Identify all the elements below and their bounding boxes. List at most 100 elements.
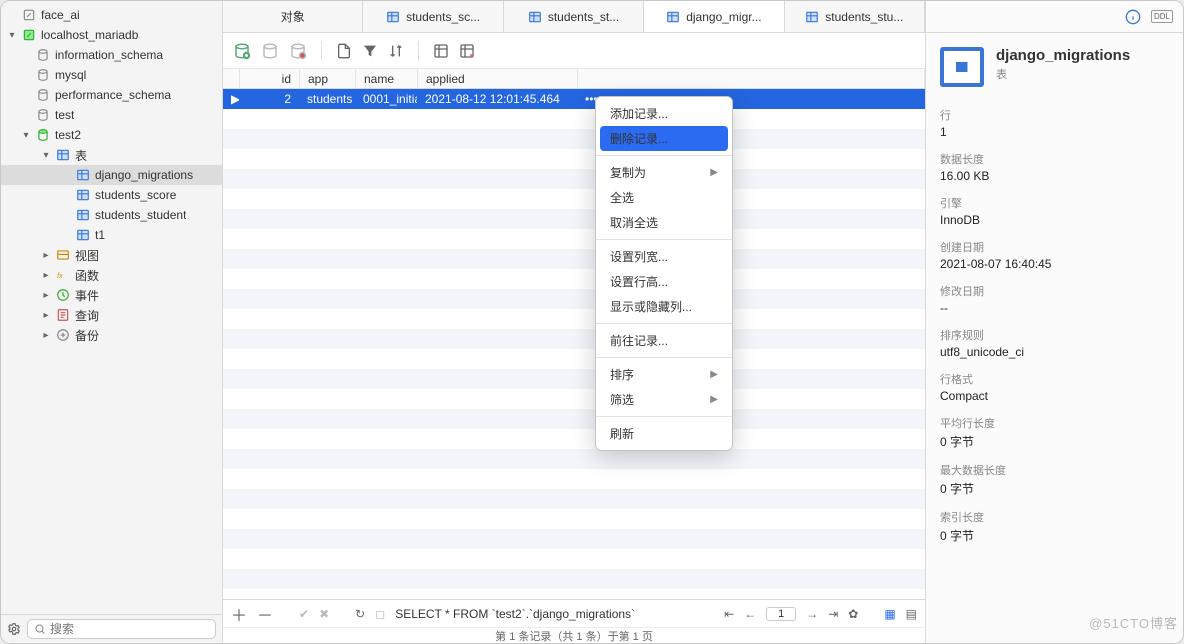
tree-item[interactable]: t1: [1, 225, 222, 245]
link-icon: [21, 7, 37, 23]
table-row-empty: [223, 449, 925, 469]
tree-item[interactable]: ▸fx函数: [1, 265, 222, 285]
context-menu-item[interactable]: 排序▶: [596, 362, 732, 387]
context-menu-item[interactable]: 添加记录...: [596, 101, 732, 126]
page-number-input[interactable]: [766, 607, 796, 621]
prev-page-icon[interactable]: ←: [744, 607, 756, 621]
next-page-icon[interactable]: →: [806, 607, 818, 621]
last-page-icon[interactable]: ⇥: [828, 607, 838, 621]
refresh-icon[interactable]: ↻: [355, 607, 365, 621]
status-bar: ＋ － ✔ ✖ ↻ ◻ SELECT * FROM `test2`.`djang…: [223, 599, 925, 627]
svg-text:fx: fx: [57, 273, 63, 280]
tree-item[interactable]: test: [1, 105, 222, 125]
info-panel: DDL django_migrations 表 行1数据长度16.00 KB引擎…: [925, 1, 1183, 643]
tab[interactable]: 对象: [223, 1, 363, 32]
tab[interactable]: students_st...: [504, 1, 644, 32]
table-row[interactable]: ▶2students0001_initial2021-08-12 12:01:4…: [223, 89, 925, 109]
tree-item[interactable]: ▸视图: [1, 245, 222, 265]
table-row-empty: [223, 469, 925, 489]
tree-item[interactable]: information_schema: [1, 45, 222, 65]
page-settings-icon[interactable]: ✿: [848, 607, 858, 621]
query-icon: [55, 307, 71, 323]
table-row-empty: [223, 569, 925, 589]
search-input[interactable]: [27, 619, 216, 639]
grid-view-icon[interactable]: ▦: [884, 607, 895, 621]
filter-icon[interactable]: [362, 43, 378, 59]
db-tree[interactable]: face_ai▾localhost_mariadbinformation_sch…: [1, 1, 222, 614]
tree-item[interactable]: ▾表: [1, 145, 222, 165]
context-menu: 添加记录...删除记录... 复制为▶全选取消全选设置列宽...设置行高...显示…: [595, 96, 733, 451]
begin-transaction-icon[interactable]: [233, 42, 251, 60]
info-field: 最大数据长度0 字节: [940, 462, 1169, 497]
folder-table-icon: [55, 147, 71, 163]
table-icon: [75, 167, 91, 183]
tree-item[interactable]: ▸事件: [1, 285, 222, 305]
context-menu-item[interactable]: 取消全选: [596, 210, 732, 235]
table-row-empty: [223, 529, 925, 549]
text-mode-icon[interactable]: [336, 43, 352, 59]
col-applied[interactable]: applied: [418, 69, 578, 88]
apply-icon[interactable]: ✔: [299, 607, 309, 621]
info-field: 数据长度16.00 KB: [940, 151, 1169, 183]
tab[interactable]: students_sc...: [363, 1, 503, 32]
tree-item[interactable]: performance_schema: [1, 85, 222, 105]
table-row-empty: [223, 289, 925, 309]
delete-row-icon[interactable]: －: [257, 602, 273, 626]
tree-item[interactable]: mysql: [1, 65, 222, 85]
chevron-icon: ▾: [7, 30, 17, 41]
record-count: 第 1 条记录（共 1 条）于第 1 页: [223, 627, 925, 643]
info-field: 引擎InnoDB: [940, 195, 1169, 227]
context-menu-item[interactable]: 复制为▶: [596, 160, 732, 185]
context-menu-item[interactable]: 前往记录...: [596, 328, 732, 353]
tab[interactable]: django_migr...: [644, 1, 784, 32]
table-icon: [528, 10, 542, 24]
ddl-icon[interactable]: DDL: [1151, 10, 1173, 23]
tree-item[interactable]: ▸查询: [1, 305, 222, 325]
table-row-empty: [223, 269, 925, 289]
first-page-icon[interactable]: ⇤: [724, 607, 734, 621]
col-app[interactable]: app: [300, 69, 356, 88]
info-icon[interactable]: [1125, 9, 1141, 25]
table-row-empty: [223, 389, 925, 409]
cancel-icon[interactable]: ✖: [319, 607, 329, 621]
table-row-empty: [223, 189, 925, 209]
info-field: 排序规则utf8_unicode_ci: [940, 327, 1169, 359]
import-icon[interactable]: [433, 43, 449, 59]
context-menu-item[interactable]: 设置行高...: [596, 269, 732, 294]
info-field: 平均行长度0 字节: [940, 415, 1169, 450]
form-view-icon[interactable]: ▤: [906, 607, 917, 621]
settings-icon[interactable]: [7, 622, 21, 636]
add-row-icon[interactable]: ＋: [231, 602, 247, 626]
view-icon: [55, 247, 71, 263]
chevron-icon: ▾: [21, 130, 31, 141]
grid-body[interactable]: ▶2students0001_initial2021-08-12 12:01:4…: [223, 89, 925, 599]
tree-item[interactable]: django_migrations: [1, 165, 222, 185]
db-icon: [35, 107, 51, 123]
context-menu-item[interactable]: 设置列宽...: [596, 244, 732, 269]
chevron-icon: ▸: [41, 310, 51, 321]
tree-item[interactable]: face_ai: [1, 5, 222, 25]
tree-item[interactable]: students_student: [1, 205, 222, 225]
context-menu-item[interactable]: 刷新: [596, 421, 732, 446]
col-id[interactable]: id: [240, 69, 300, 88]
commit-icon[interactable]: [261, 42, 279, 60]
tab[interactable]: students_stu...: [785, 1, 925, 32]
rollback-icon[interactable]: [289, 42, 307, 60]
table-row-empty: [223, 489, 925, 509]
tree-item[interactable]: ▸备份: [1, 325, 222, 345]
tree-item[interactable]: students_score: [1, 185, 222, 205]
context-menu-item[interactable]: 筛选▶: [596, 387, 732, 412]
context-menu-item[interactable]: 删除记录...: [600, 126, 728, 151]
search-icon: [34, 623, 46, 635]
context-menu-item[interactable]: 全选: [596, 185, 732, 210]
table-row-empty: [223, 549, 925, 569]
chevron-icon: ▸: [41, 330, 51, 341]
stop-icon[interactable]: ◻: [375, 607, 385, 621]
tree-item[interactable]: ▾localhost_mariadb: [1, 25, 222, 45]
export-icon[interactable]: [459, 43, 475, 59]
col-name[interactable]: name: [356, 69, 418, 88]
table-row-empty: [223, 229, 925, 249]
sort-icon[interactable]: [388, 43, 404, 59]
context-menu-item[interactable]: 显示或隐藏列...: [596, 294, 732, 319]
tree-item[interactable]: ▾test2: [1, 125, 222, 145]
